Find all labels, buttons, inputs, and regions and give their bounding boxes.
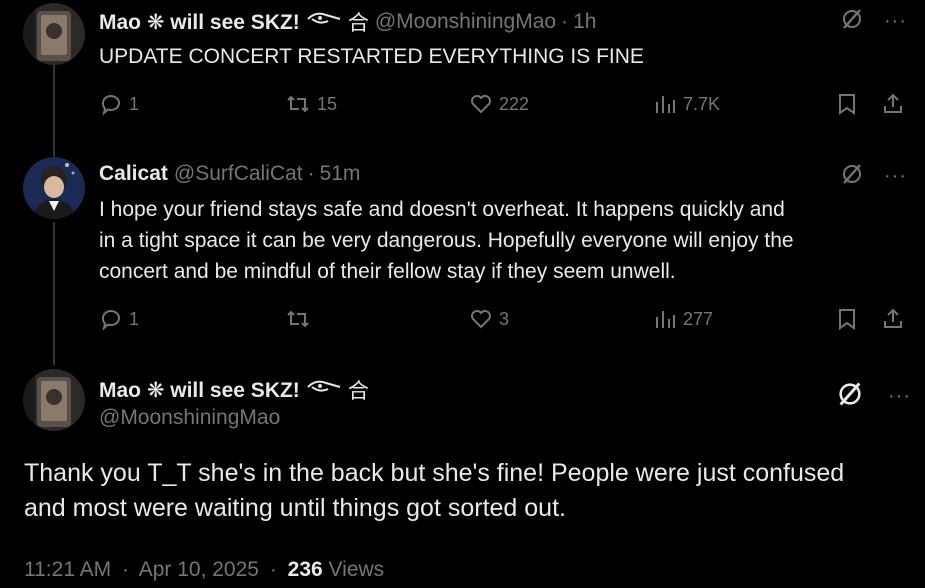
reply-count: 1: [129, 93, 140, 114]
tweet-header: Mao ❋ will see SKZ! 合: [99, 375, 369, 405]
tweet-header: Mao ❋ will see SKZ! 合 @MoonshiningMao · …: [99, 7, 596, 37]
more-icon[interactable]: ···: [884, 10, 907, 33]
views-button[interactable]: 7.7K: [653, 92, 720, 116]
reply-icon: [101, 310, 120, 331]
analytics-icon: [656, 311, 675, 328]
separator: ·: [561, 10, 569, 33]
separator: ·: [122, 558, 130, 581]
reply-icon: [101, 95, 120, 116]
text-line: concert and be mindful of their fellow s…: [99, 260, 676, 283]
display-name[interactable]: Mao ❋ will see SKZ!: [99, 378, 300, 403]
avatar[interactable]: [23, 369, 85, 431]
retweet-icon: [287, 95, 309, 113]
retweet-button[interactable]: 15: [285, 92, 337, 116]
bookmark-button[interactable]: [836, 307, 864, 331]
handle[interactable]: @MoonshiningMao: [99, 406, 280, 430]
retweet-button[interactable]: [285, 307, 317, 331]
views-label: Views: [328, 558, 385, 581]
reply-button[interactable]: 1: [99, 92, 139, 116]
main-tweet-text: Thank you T_T she's in the back but she'…: [24, 456, 914, 526]
grok-icon[interactable]: [840, 162, 864, 191]
thread-connector: [53, 222, 55, 365]
text-line: and most were waiting until things got s…: [24, 494, 566, 522]
tweet-text: UPDATE CONCERT RESTARTED EVERYTHING IS F…: [99, 45, 644, 68]
separator: ·: [307, 162, 315, 185]
eye-emoji-icon: [306, 377, 342, 403]
view-count: 7.7K: [683, 93, 721, 114]
bookmark-icon: [839, 94, 855, 115]
more-icon[interactable]: ···: [884, 165, 907, 188]
handle[interactable]: @MoonshiningMao: [375, 10, 556, 34]
tweet-meta: 11:21 AM · Apr 10, 2025 · 236 Views: [24, 558, 384, 582]
bookmark-button[interactable]: [836, 92, 864, 116]
display-name[interactable]: Mao ❋ will see SKZ!: [99, 10, 300, 35]
eye-emoji-icon: [306, 9, 342, 35]
text-line: in a tight space it can be very dangerou…: [99, 229, 794, 252]
display-name[interactable]: Calicat: [99, 162, 168, 186]
tweet-top-actions: ···: [836, 380, 911, 413]
retweet-icon: [287, 310, 309, 328]
timestamp[interactable]: 51m: [320, 162, 361, 186]
avatar[interactable]: [23, 157, 85, 219]
kanji-label: 合: [347, 12, 369, 35]
views-button[interactable]: 277: [653, 307, 713, 331]
like-count: 3: [499, 308, 510, 329]
avatar[interactable]: [23, 3, 85, 65]
reply-button[interactable]: 1: [99, 307, 139, 331]
text-line: Thank you T_T she's in the back but she'…: [24, 459, 845, 487]
grok-icon[interactable]: [840, 7, 864, 36]
views-count: 236: [287, 558, 323, 581]
retweet-count: 15: [317, 93, 338, 114]
tweet-top-actions: ···: [840, 7, 907, 36]
tweet-top-actions: ···: [840, 162, 907, 191]
tweet-header: Calicat @SurfCaliCat · 51m: [99, 162, 360, 186]
like-count: 222: [499, 93, 530, 114]
separator: ·: [269, 558, 277, 581]
text-line: I hope your friend stays safe and doesn'…: [99, 198, 785, 221]
reply-count: 1: [129, 308, 140, 329]
kanji-label: 合: [347, 380, 369, 403]
handle[interactable]: @SurfCaliCat: [174, 162, 303, 186]
heart-icon: [471, 310, 491, 329]
heart-icon: [471, 95, 491, 114]
handle-row: @MoonshiningMao: [99, 406, 280, 430]
like-button[interactable]: 3: [469, 307, 509, 331]
analytics-icon: [656, 96, 675, 113]
more-icon[interactable]: ···: [888, 385, 911, 408]
share-button[interactable]: [881, 92, 911, 116]
thread-view: Mao ❋ will see SKZ! 合 @MoonshiningMao · …: [0, 0, 925, 588]
like-button[interactable]: 222: [469, 92, 529, 116]
bookmark-icon: [839, 309, 855, 330]
tweet-text: I hope your friend stays safe and doesn'…: [99, 194, 914, 287]
thread-connector: [53, 64, 55, 158]
timestamp[interactable]: 1h: [573, 10, 596, 34]
share-icon: [884, 93, 902, 113]
share-icon: [884, 308, 902, 328]
view-count: 277: [683, 308, 714, 329]
grok-icon[interactable]: [836, 380, 864, 413]
share-button[interactable]: [881, 307, 911, 331]
post-time[interactable]: 11:21 AM: [24, 558, 111, 581]
post-date[interactable]: Apr 10, 2025: [139, 558, 259, 581]
